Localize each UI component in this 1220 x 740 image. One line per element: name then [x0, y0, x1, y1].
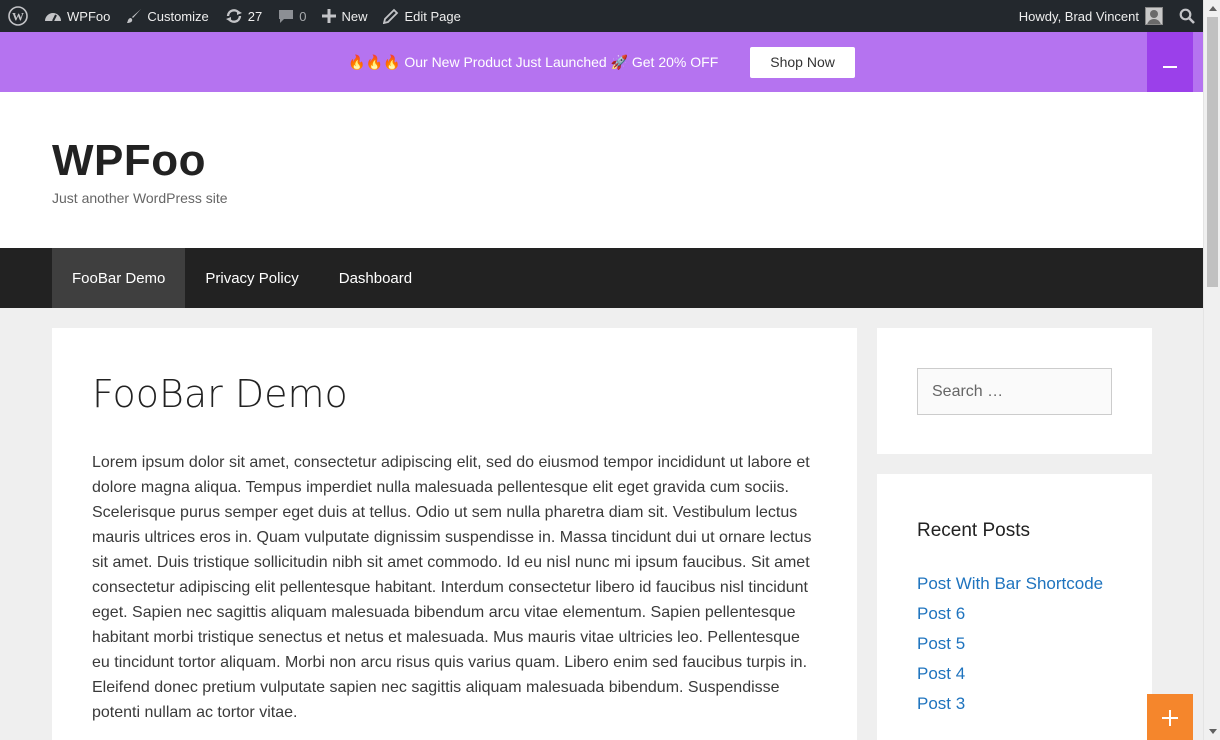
brush-icon [126, 8, 142, 24]
comment-icon [278, 8, 294, 24]
updates-count: 27 [247, 8, 263, 24]
site-name-label: WPFoo [67, 8, 111, 24]
edit-page-link[interactable]: Edit Page [375, 0, 468, 32]
plus-icon [1162, 702, 1178, 733]
recent-posts-list: Post With Bar Shortcode Post 6 Post 5 Po… [917, 574, 1103, 724]
shop-now-button[interactable]: Shop Now [750, 46, 855, 78]
site-title[interactable]: WPFoo [52, 136, 206, 186]
page-content: FooBar Demo Lorem ipsum dolor sit amet, … [52, 328, 857, 740]
comments-link[interactable]: 0 [270, 0, 314, 32]
recent-posts-title: Recent Posts [917, 520, 1030, 541]
pencil-icon [383, 8, 399, 24]
wordpress-icon: W [8, 6, 28, 26]
scrollbar-thumb[interactable] [1207, 17, 1218, 287]
customize-label: Customize [147, 8, 209, 24]
notification-bar: 🔥🔥🔥 Our New Product Just Launched 🚀 Get … [0, 32, 1203, 92]
nav-item-privacy-policy[interactable]: Privacy Policy [185, 248, 318, 308]
plus-icon [322, 9, 337, 23]
site-header: WPFoo Just another WordPress site [0, 92, 1203, 248]
page-scrollbar[interactable] [1203, 0, 1220, 740]
new-label: New [341, 8, 368, 24]
main-navigation: FooBar Demo Privacy Policy Dashboard [0, 248, 1203, 308]
recent-post-link[interactable]: Post 6 [917, 604, 1103, 634]
nav-item-foobar-demo[interactable]: FooBar Demo [52, 248, 186, 308]
site-tagline: Just another WordPress site [52, 190, 228, 206]
recent-post-link[interactable]: Post 5 [917, 634, 1103, 664]
greeting-label: Howdy, Brad Vincent [1018, 8, 1139, 24]
wordpress-logo-button[interactable]: W [0, 0, 36, 32]
search-icon [1179, 8, 1195, 24]
minus-icon [1163, 66, 1177, 68]
recent-post-link[interactable]: Post With Bar Shortcode [917, 574, 1103, 604]
expand-bar-button[interactable] [1147, 694, 1193, 740]
site-name-menu[interactable]: WPFoo [36, 0, 118, 32]
page-body-text: Lorem ipsum dolor sit amet, consectetur … [92, 454, 812, 721]
comments-count: 0 [299, 8, 307, 24]
avatar [1145, 7, 1163, 25]
account-menu[interactable]: Howdy, Brad Vincent [1011, 0, 1171, 32]
scroll-down-arrow-icon[interactable] [1204, 723, 1220, 740]
search-widget [877, 328, 1152, 454]
new-content-menu[interactable]: New [314, 0, 375, 32]
refresh-icon [225, 8, 243, 24]
customize-link[interactable]: Customize [118, 0, 216, 32]
search-input[interactable] [917, 368, 1112, 415]
recent-post-link[interactable]: Post 4 [917, 664, 1103, 694]
notification-text: 🔥🔥🔥 Our New Product Just Launched 🚀 Get … [348, 53, 719, 70]
recent-post-link[interactable]: Post 3 [917, 694, 1103, 724]
scroll-up-arrow-icon[interactable] [1204, 0, 1220, 17]
recent-posts-widget: Recent Posts Post With Bar Shortcode Pos… [877, 474, 1152, 740]
admin-search-button[interactable] [1171, 0, 1203, 32]
dashboard-icon [44, 8, 62, 24]
svg-text:W: W [12, 10, 24, 24]
nav-item-dashboard[interactable]: Dashboard [319, 248, 432, 308]
updates-link[interactable]: 27 [217, 0, 270, 32]
page-title: FooBar Demo [92, 372, 348, 416]
edit-page-label: Edit Page [404, 8, 461, 24]
admin-bar: W WPFoo Customize 27 0 New Edit Page How… [0, 0, 1203, 32]
